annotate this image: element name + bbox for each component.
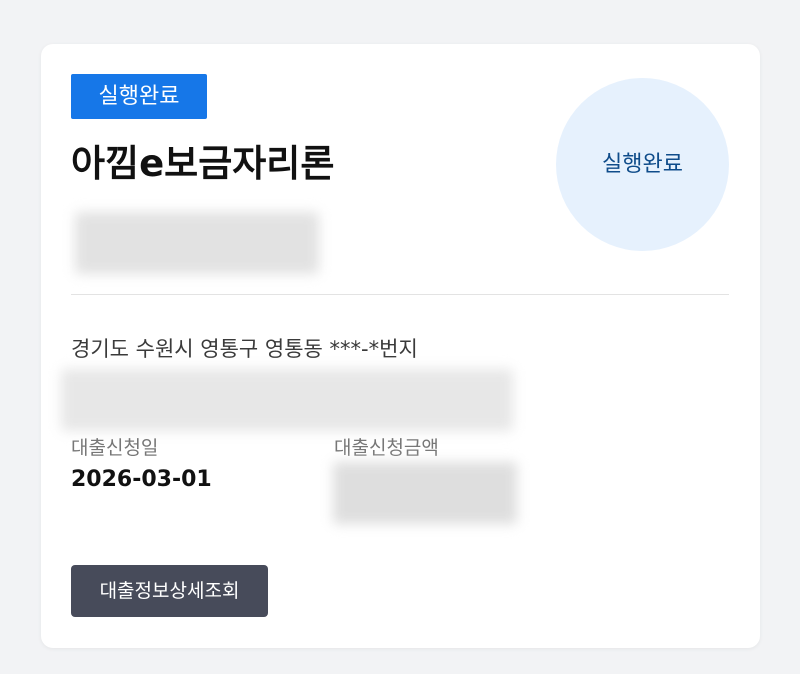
- application-date-label: 대출신청일: [71, 437, 159, 459]
- loan-card: 실행완료 아낌e보금자리론 실행완료 경기도 수원시 영통구 영통동 ***-*…: [41, 44, 760, 648]
- property-address: 경기도 수원시 영통구 영통동 ***-*번지: [71, 337, 418, 361]
- redacted-loan-info: [75, 212, 319, 274]
- divider: [71, 294, 729, 295]
- redacted-application-amount: [333, 462, 517, 524]
- loan-detail-button[interactable]: 대출정보상세조회: [71, 565, 268, 617]
- status-circle: 실행완료: [556, 78, 729, 251]
- redacted-address-detail: [61, 369, 513, 431]
- application-amount-label: 대출신청금액: [334, 437, 439, 459]
- product-title: 아낌e보금자리론: [71, 142, 335, 185]
- application-date-value: 2026-03-01: [71, 467, 212, 492]
- status-badge: 실행완료: [71, 74, 207, 119]
